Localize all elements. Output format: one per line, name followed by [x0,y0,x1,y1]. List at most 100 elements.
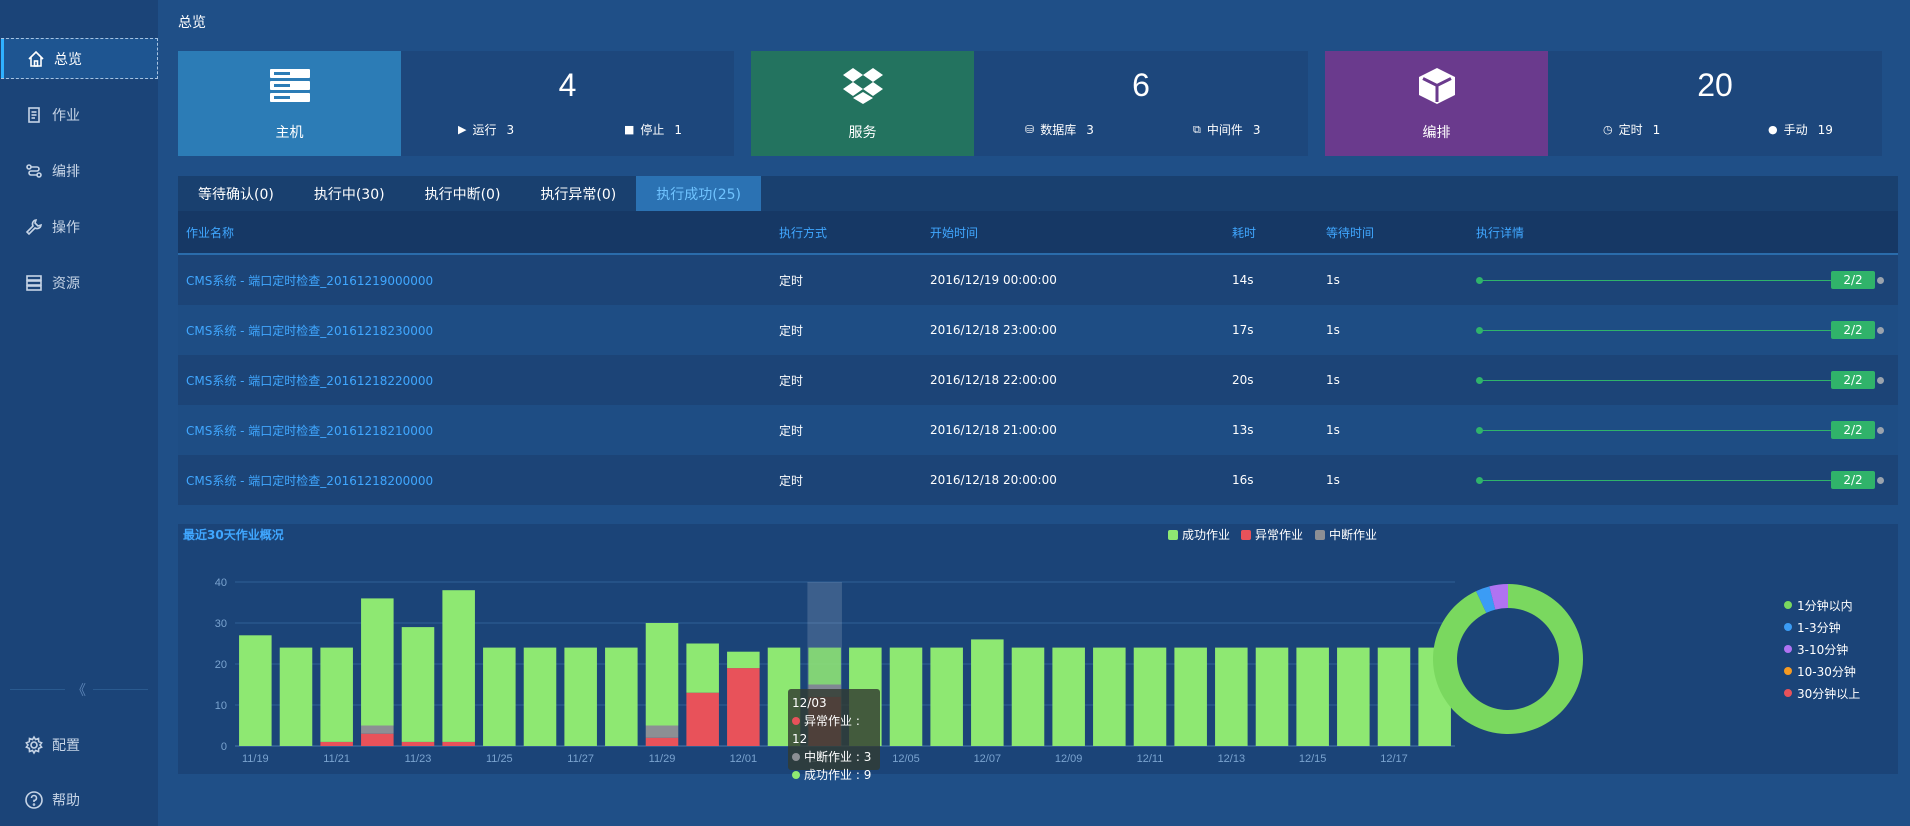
orchestration-card[interactable]: 编排 20 ◷ 定时 1 ● 手动 19 [1325,51,1882,156]
tooltip-label: 中断作业 [804,750,853,764]
bar-segment[interactable] [645,725,679,738]
bar-segment[interactable] [239,635,272,746]
bar-segment[interactable] [1011,647,1045,746]
bar-segment[interactable] [1215,647,1248,746]
service-tile[interactable]: 服务 [751,51,974,156]
bar-segment[interactable] [1174,647,1207,746]
job-detail-badge[interactable]: 2/2 [1831,271,1875,289]
col-header-wait[interactable]: 等待时间 [1326,211,1374,253]
donut-legend-item[interactable]: 1分钟以内 [1784,594,1860,616]
nav-item-help[interactable]: 帮助 [0,779,158,820]
service-database-value: 3 [1086,122,1094,137]
donut-legend-item[interactable]: 3-10分钟 [1784,638,1860,660]
job-name-link[interactable]: CMS系统 - 端口定时检查_20161218210000 [186,405,433,455]
host-card[interactable]: 主机 4 ▶ 运行 3 ■ 停止 1 [178,51,734,156]
col-header-mode[interactable]: 执行方式 [779,211,827,253]
bar-segment[interactable] [564,647,597,746]
job-detail-badge[interactable]: 2/2 [1831,471,1875,489]
donut-legend-item[interactable]: 30分钟以上 [1784,682,1860,704]
job-name-link[interactable]: CMS系统 - 端口定时检查_20161218230000 [186,305,433,355]
bar-segment[interactable] [645,623,679,726]
table-row[interactable]: CMS系统 - 端口定时检查_20161218230000 定时 2016/12… [178,305,1898,355]
job-detail-badge[interactable]: 2/2 [1831,421,1875,439]
bar-segment[interactable] [727,668,760,746]
bar-segment[interactable] [645,737,679,746]
bar-segment[interactable] [1093,647,1126,746]
bar-segment[interactable] [442,741,475,746]
bar-segment[interactable] [1052,647,1085,746]
bar-segment[interactable] [361,725,394,734]
bar-segment[interactable] [727,651,760,669]
nav-item-overview[interactable]: 总览 [1,38,158,79]
bar-segment[interactable] [930,647,963,746]
donut-legend-label: 1分钟以内 [1797,598,1853,613]
job-detail-timeline[interactable]: 2/2 [1476,255,1884,305]
bar-segment[interactable] [483,647,516,746]
sidebar-collapse-button[interactable]: 《 [0,680,158,700]
nav-item-operations[interactable]: 操作 [0,206,158,247]
bar-segment[interactable] [523,647,557,746]
job-detail-timeline[interactable]: 2/2 [1476,455,1884,505]
bar-segment[interactable] [889,647,923,746]
col-header-duration[interactable]: 耗时 [1232,211,1256,253]
tab-error[interactable]: 执行异常(0) [520,176,636,211]
table-row[interactable]: CMS系统 - 端口定时检查_20161219000000 定时 2016/12… [178,255,1898,305]
tab-pending[interactable]: 等待确认(0) [178,176,294,211]
bar-segment[interactable] [361,733,394,746]
bar-segment[interactable] [401,627,435,742]
tab-success[interactable]: 执行成功(25) [636,176,762,211]
col-header-detail[interactable]: 执行详情 [1476,211,1524,253]
bar-segment[interactable] [808,647,841,685]
nav-item-orchestration[interactable]: 编排 [0,150,158,191]
job-detail-timeline[interactable]: 2/2 [1476,355,1884,405]
job-detail-badge[interactable]: 2/2 [1831,371,1875,389]
service-card[interactable]: 服务 6 ⛁ 数据库 3 ⧉ 中间件 3 [751,51,1308,156]
donut-legend-item[interactable]: 10-30分钟 [1784,660,1860,682]
bar-segment[interactable] [1255,647,1289,746]
bar-segment[interactable] [605,647,638,746]
bar-segment[interactable] [1133,647,1167,746]
x-tick-label: 12/07 [974,753,1002,765]
job-name-link[interactable]: CMS系统 - 端口定时检查_20161219000000 [186,255,433,305]
donut-legend-item[interactable]: 1-3分钟 [1784,616,1860,638]
bar-segment[interactable] [686,643,719,693]
cube-icon [1418,67,1455,104]
host-tile[interactable]: 主机 [178,51,401,156]
tab-running[interactable]: 执行中(30) [294,176,405,211]
nav-item-resources[interactable]: 资源 [0,262,158,303]
tooltip-row: 异常作业 : 12 [792,714,860,746]
nav-item-settings[interactable]: 配置 [0,724,158,765]
orchestration-manual: ● 手动 19 [1768,121,1833,138]
bar-segment[interactable] [361,598,394,726]
nav-item-jobs[interactable]: 作业 [0,94,158,135]
bar-segment[interactable] [971,639,1004,746]
job-name-link[interactable]: CMS系统 - 端口定时检查_20161218200000 [186,455,433,505]
job-detail-timeline[interactable]: 2/2 [1476,305,1884,355]
host-running-value: 3 [506,122,515,137]
duration-donut-chart[interactable] [1428,579,1588,739]
bar-segment[interactable] [320,647,353,742]
service-database: ⛁ 数据库 3 [1025,121,1094,138]
table-row[interactable]: CMS系统 - 端口定时检查_20161218220000 定时 2016/12… [178,355,1898,405]
bar-segment[interactable] [1337,647,1370,746]
tab-interrupted[interactable]: 执行中断(0) [405,176,521,211]
bar-segment[interactable] [686,692,719,746]
bar-segment[interactable] [1296,647,1329,746]
job-detail-badge[interactable]: 2/2 [1831,321,1875,339]
job-table: 作业名称 执行方式 开始时间 耗时 等待时间 执行详情 CMS系统 - 端口定时… [178,211,1898,505]
job-detail-timeline[interactable]: 2/2 [1476,405,1884,455]
tooltip-value: 12 [792,732,808,746]
bar-segment[interactable] [442,590,475,742]
bar-segment[interactable] [401,741,435,746]
table-row[interactable]: CMS系统 - 端口定时检查_20161218200000 定时 2016/12… [178,455,1898,505]
bar-segment[interactable] [320,741,353,746]
col-header-name[interactable]: 作业名称 [186,211,234,253]
nav-item-label: 资源 [52,275,80,292]
bar-segment[interactable] [279,647,313,746]
table-row[interactable]: CMS系统 - 端口定时检查_20161218210000 定时 2016/12… [178,405,1898,455]
job-name-link[interactable]: CMS系统 - 端口定时检查_20161218220000 [186,355,433,405]
job-duration: 17s [1232,323,1254,337]
col-header-start[interactable]: 开始时间 [930,211,978,253]
orchestration-tile[interactable]: 编排 [1325,51,1548,156]
bar-segment[interactable] [1377,647,1411,746]
